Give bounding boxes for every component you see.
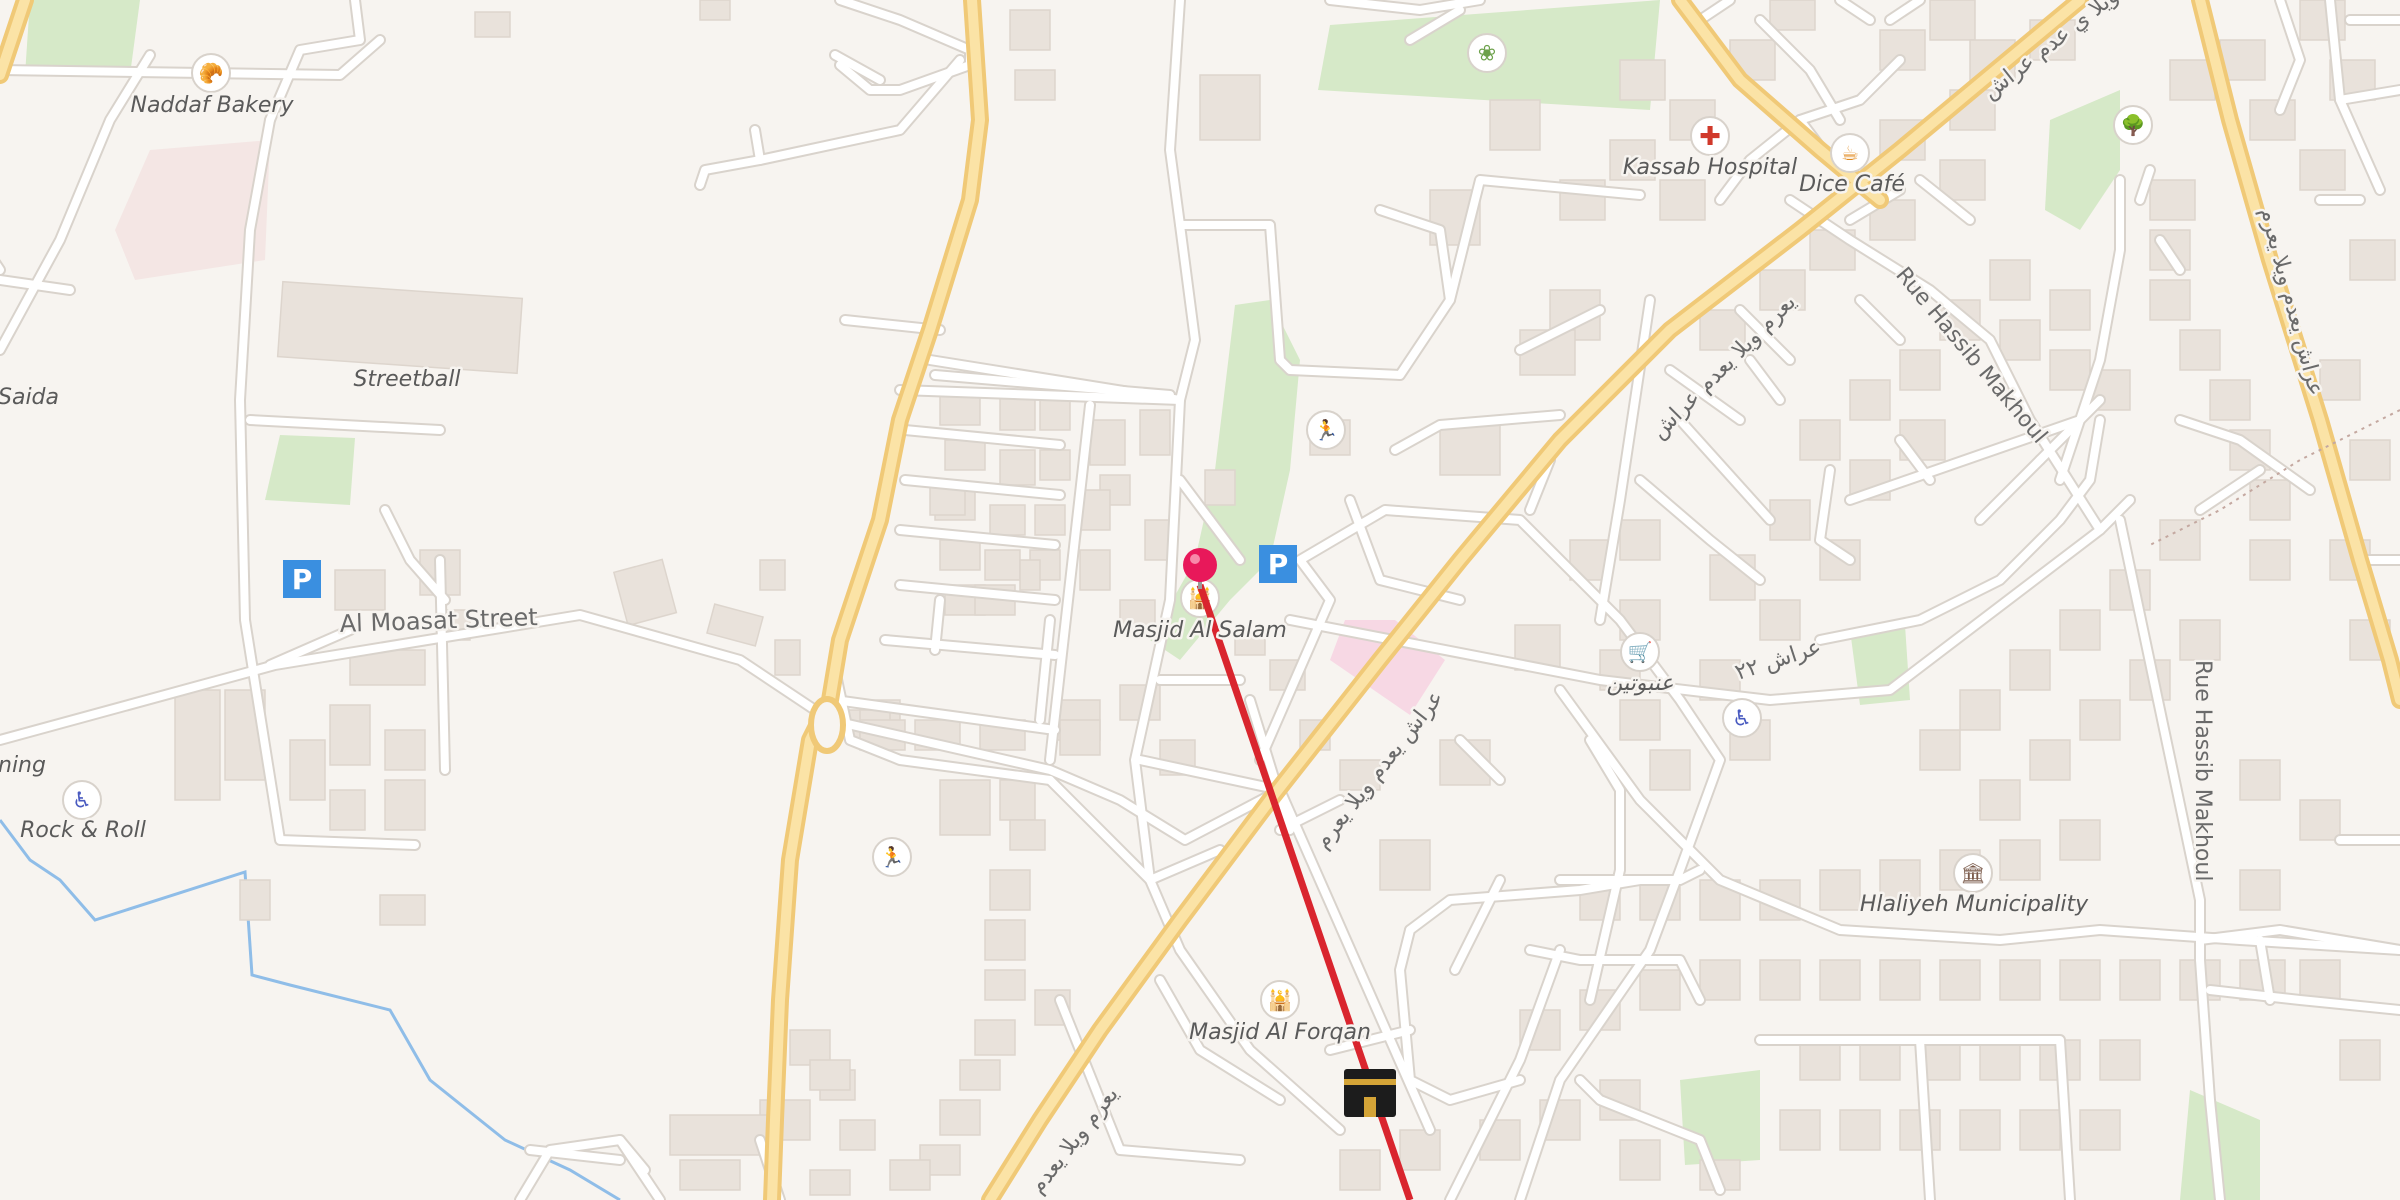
label-streetball: Streetball — [353, 367, 460, 392]
label-masjid-al-forqan: Masjid Al Forqan — [1189, 1020, 1371, 1045]
svg-text:🏛: 🏛 — [1960, 861, 1985, 885]
svg-text:☕: ☕ — [1841, 141, 1859, 165]
svg-text:🏃: 🏃 — [880, 845, 905, 869]
svg-text:✚: ✚ — [1699, 122, 1721, 152]
parking-icon[interactable]: P — [283, 560, 321, 598]
street-rue-hassib-makhoul-2: Rue Hassib Makhoul — [2190, 660, 2215, 881]
svg-text:🥐: 🥐 — [199, 61, 224, 85]
label-kassab-hospital: Kassab Hospital — [1623, 155, 1797, 180]
svg-text:🛒: 🛒 — [1628, 640, 1653, 664]
svg-text:P: P — [292, 563, 313, 596]
sports-icon[interactable]: 🏃 — [872, 837, 912, 877]
wheelchair-icon[interactable]: ♿ — [1722, 698, 1762, 738]
mosque-icon[interactable]: 🕌 — [1260, 980, 1300, 1020]
svg-text:❀: ❀ — [1478, 42, 1496, 67]
tree-icon[interactable]: 🌳 — [2113, 105, 2153, 145]
label-ning: ning — [0, 753, 46, 778]
label-dice-cafe: Dice Café — [1799, 172, 1905, 197]
svg-text:🌳: 🌳 — [2121, 113, 2146, 137]
label-saida: Saida — [0, 385, 59, 410]
svg-text:🏃: 🏃 — [1314, 418, 1339, 442]
map-canvas[interactable]: 🥐♿♿🕌🕌✚☕🛒🏛🏃🏃❀🌳P P Naddaf Bakery Streetball… — [0, 0, 2400, 1200]
label-hlaliyeh-municipality: Hlaliyeh Municipality — [1860, 892, 2089, 917]
svg-text:♿: ♿ — [72, 789, 92, 814]
label-supermarket: عنبوتين — [1606, 671, 1673, 696]
label-naddaf-bakery: Naddaf Bakery — [130, 93, 294, 118]
label-masjid-al-salam: Masjid Al Salam — [1113, 618, 1287, 643]
svg-text:🕌: 🕌 — [1268, 988, 1293, 1012]
shopping-cart-icon[interactable]: 🛒 — [1620, 632, 1660, 672]
garden-icon[interactable]: ❀ — [1467, 33, 1507, 73]
kaaba-icon[interactable] — [1344, 1069, 1396, 1117]
wheelchair-icon[interactable]: ♿ — [62, 780, 102, 820]
cafe-icon[interactable]: ☕ — [1830, 133, 1870, 173]
parking-icon[interactable]: P — [1259, 545, 1297, 583]
municipality-icon[interactable]: 🏛 — [1953, 853, 1993, 893]
hospital-icon[interactable]: ✚ — [1690, 116, 1730, 156]
label-rock-and-roll: Rock & Roll — [20, 818, 146, 843]
svg-text:♿: ♿ — [1732, 707, 1752, 732]
sports-icon[interactable]: 🏃 — [1306, 410, 1346, 450]
svg-text:P: P — [1268, 548, 1289, 581]
bakery-icon[interactable]: 🥐 — [191, 53, 231, 93]
